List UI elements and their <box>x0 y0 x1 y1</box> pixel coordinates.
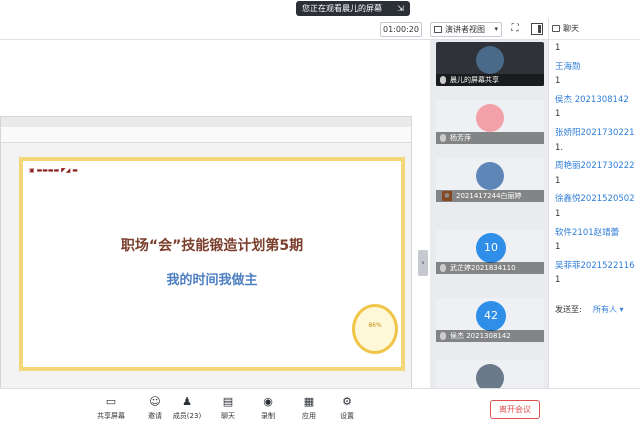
microphone-icon <box>440 76 446 84</box>
chat-panel: 聊天 1 王海勋 1 侯杰 2021308142 1 张娇阳2021730221 1. 周艳丽… <box>548 18 640 388</box>
microphone-icon <box>440 264 446 272</box>
apps-button[interactable]: ▦ 应用 <box>292 393 326 427</box>
participant-name: 武芷婷2021834110 <box>450 264 516 272</box>
send-to-label: 发送至: <box>555 305 582 314</box>
participant-name: 2021417244白丽婷 <box>456 192 522 200</box>
chat-sender: 侯杰 2021308142 <box>555 94 629 105</box>
chat-sender: 徐鑫悦2021520502 <box>555 194 635 205</box>
chat-message: 1 <box>555 76 561 87</box>
chat-message: 1 <box>555 209 561 219</box>
microphone-icon <box>440 332 446 340</box>
slide-subtitle: 我的时间我做主 <box>166 273 258 288</box>
invite-icon: ☺ <box>149 395 161 408</box>
leave-meeting-button[interactable]: 离开会议 <box>490 400 540 419</box>
collapse-panel-icon[interactable]: › <box>418 250 428 276</box>
participant-name: 杨芳萍 <box>450 134 471 142</box>
record-button[interactable]: ◉ 录制 <box>251 393 285 427</box>
app-titlebar <box>1 117 411 127</box>
meeting-timer: 01:00:20 <box>380 22 422 37</box>
share-screen-icon: ▭ <box>105 395 117 408</box>
viewing-banner-text: 您正在观看晨儿的屏幕 <box>302 4 382 13</box>
video-tile[interactable] <box>436 360 544 388</box>
alarm-clock-icon: 86% <box>352 304 398 354</box>
apps-grid-icon: ▦ <box>303 395 315 408</box>
slide-title: 职场“会”技能锻造计划第5期 <box>120 238 304 254</box>
avatar <box>476 46 504 74</box>
chat-message: 1 <box>555 242 561 253</box>
chat-message: 1. <box>555 142 564 153</box>
layout-toggle-icon[interactable] <box>531 23 543 35</box>
video-tile[interactable]: 晨儿的屏幕共享 <box>436 42 544 86</box>
fullscreen-icon[interactable]: ⛶ <box>509 23 521 35</box>
participant-name: 侯杰 2021308142 <box>450 332 511 340</box>
shared-app-window: ▣ ▬▬▬▬ ◤◢ ▬ 职场“会”技能锻造计划第5期 我的时间我做主 86% <box>0 116 412 406</box>
bottom-toolbar: ▭ 共享屏幕 ☺ 邀请 ♟ 成员(23) ▤ 聊天 ◉ 录制 ▦ 应用 ⚙ 设置 离开会议 <box>0 388 640 428</box>
share-screen-button[interactable]: ▭ 共享屏幕 <box>94 393 128 427</box>
microphone-icon <box>440 134 446 142</box>
university-logo: ▣ ▬▬▬▬ ◤◢ ▬ <box>29 167 78 174</box>
invite-button[interactable]: ☺ 邀请 <box>138 393 172 427</box>
video-panel: 晨儿的屏幕共享 杨芳萍 ● 2021417244白丽婷 10 武芷婷202183… <box>432 40 548 388</box>
chat-header: 聊天 <box>549 18 640 40</box>
record-icon: ◉ <box>263 395 273 408</box>
presentation-slide: ▣ ▬▬▬▬ ◤◢ ▬ 职场“会”技能锻造计划第5期 我的时间我做主 86% <box>19 157 405 371</box>
gear-icon: ⚙ <box>342 395 352 408</box>
chat-sender: 王海勋 <box>555 61 581 72</box>
avatar <box>476 364 504 388</box>
chat-sender: 张娇阳2021730221 <box>555 128 635 138</box>
speaker-view-label: 演讲者视图 <box>445 25 485 34</box>
chat-sender: 软件2101赵靖蕾 <box>555 227 620 238</box>
members-button[interactable]: ♟ 成员(23) <box>170 393 204 427</box>
settings-button[interactable]: ⚙ 设置 <box>330 393 364 427</box>
avatar <box>476 104 504 132</box>
chevron-down-icon: ▾ <box>494 25 498 33</box>
grid-icon <box>434 26 442 33</box>
chat-message: 1 <box>555 109 561 120</box>
avatar: 10 <box>476 233 506 263</box>
clock-label: 86% <box>368 322 382 329</box>
viewing-banner: 您正在观看晨儿的屏幕 ⇲ <box>296 1 410 16</box>
send-to-select[interactable]: 所有人 ▾ <box>593 304 624 315</box>
video-tile[interactable]: 杨芳萍 <box>436 100 544 144</box>
participant-name: 晨儿的屏幕共享 <box>450 76 499 84</box>
chat-icon <box>552 25 560 32</box>
shared-screen-area: ▣ ▬▬▬▬ ◤◢ ▬ 职场“会”技能锻造计划第5期 我的时间我做主 86% › <box>0 40 430 407</box>
expand-icon[interactable]: ⇲ <box>397 1 404 16</box>
chat-sender: 周艳丽2021730222 <box>555 161 635 172</box>
chat-button[interactable]: ▤ 聊天 <box>211 393 245 427</box>
chat-message: 1 <box>555 43 561 53</box>
chat-message: 1 <box>555 275 561 286</box>
avatar: 42 <box>476 301 506 331</box>
speaker-view-button[interactable]: 演讲者视图 ▾ <box>430 22 502 37</box>
members-icon: ♟ <box>182 395 192 408</box>
chat-bubble-icon: ▤ <box>222 395 234 408</box>
app-ribbon <box>1 127 411 143</box>
avatar <box>476 162 504 190</box>
chat-sender: 吴菲菲2021522116 <box>555 260 635 271</box>
chat-title: 聊天 <box>563 24 579 33</box>
video-tile[interactable]: 42 侯杰 2021308142 <box>436 298 544 342</box>
video-tile[interactable]: ● 2021417244白丽婷 <box>436 158 544 202</box>
chat-message: 1 <box>555 175 561 186</box>
video-tile[interactable]: 10 武芷婷2021834110 <box>436 230 544 274</box>
